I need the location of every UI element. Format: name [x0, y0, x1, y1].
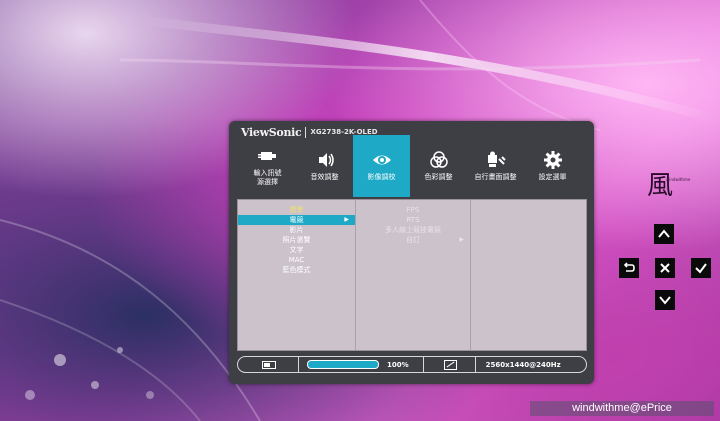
menu-item-label: 自訂 [406, 236, 420, 244]
resolution-readout: 2560x1440@240Hz [485, 360, 561, 369]
menu-item-label: 電競 [289, 216, 304, 224]
chevron-down-icon [659, 296, 671, 305]
menu-item-mac[interactable]: MAC [238, 255, 355, 265]
back-button[interactable] [619, 258, 639, 278]
tab-setup-menu[interactable]: 設定選單 [524, 135, 581, 197]
menu-item-custom[interactable]: 自訂 ▶ [356, 235, 470, 245]
tab-label: 影像調校 [367, 173, 396, 181]
color-circles-icon [429, 151, 448, 168]
close-button[interactable] [655, 258, 675, 278]
aspect-ratio-icon [443, 359, 457, 370]
tab-input-source[interactable]: 輸入訊號 源選擇 [239, 135, 296, 197]
menu-item-photo[interactable]: 照片瀏覽 [238, 235, 355, 245]
submenu-panel: 標準 電競 ▶ 影片 照片瀏覽 文字 MAC 藍色模式 FPS RTS 多人線上… [237, 199, 587, 351]
tab-color-adjust[interactable]: 色彩調整 [410, 135, 467, 197]
input-source-icon [257, 151, 276, 160]
chevron-right-icon: ▶ [344, 216, 349, 223]
status-divider [474, 357, 476, 372]
tab-label: 設定選單 [538, 173, 567, 181]
menu-item-rts[interactable]: RTS [356, 215, 470, 225]
tab-label: 自行畫面調整 [474, 173, 517, 181]
osd-tabs: 輸入訊號 源選擇 音效調整 影像調校 色彩調整 自行畫面調整 設定選單 [239, 135, 584, 197]
watermark: windwithme@ePrice [530, 401, 714, 416]
tab-audio[interactable]: 音效調整 [296, 135, 353, 197]
manual-image-icon [487, 151, 506, 167]
tab-label: 音效調整 [310, 173, 339, 181]
return-arrow-icon [623, 262, 635, 272]
chevron-up-icon [658, 229, 670, 238]
gear-icon [543, 151, 562, 169]
windwithme-logo: 風 [647, 171, 674, 201]
tab-label: 輸入訊號 源選擇 [253, 168, 282, 186]
tab-view-mode[interactable]: 影像調校 [353, 135, 410, 197]
osd-menu: ViewSonic XG2738-2K-OLED 輸入訊號 源選擇 音效調整 影… [229, 121, 594, 384]
third-level-list [471, 200, 586, 350]
logo-subtitle: windwithme [666, 177, 691, 182]
menu-item-text[interactable]: 文字 [238, 245, 355, 255]
down-button[interactable] [655, 290, 675, 310]
game-mode-list: FPS RTS 多人線上競技電競 自訂 ▶ [356, 200, 471, 350]
close-icon [660, 263, 670, 273]
brightness-value: 100% [387, 360, 409, 369]
tab-manual-image[interactable]: 自行畫面調整 [467, 135, 524, 197]
brightness-bar [307, 360, 379, 369]
chevron-right-icon: ▶ [459, 236, 464, 243]
menu-item-game[interactable]: 電競 ▶ [238, 215, 355, 225]
brightness-icon [262, 360, 276, 369]
up-button[interactable] [654, 224, 674, 244]
menu-item-fps[interactable]: FPS [356, 205, 470, 215]
tab-label: 色彩調整 [424, 173, 453, 181]
menu-item-movie[interactable]: 影片 [238, 225, 355, 235]
confirm-button[interactable] [691, 258, 711, 278]
status-divider [422, 357, 424, 372]
menu-item-moba[interactable]: 多人線上競技電競 [356, 225, 470, 235]
status-bar: 100% 2560x1440@240Hz [237, 356, 587, 373]
view-mode-list: 標準 電競 ▶ 影片 照片瀏覽 文字 MAC 藍色模式 [238, 200, 356, 350]
speaker-icon [318, 153, 334, 167]
check-icon [695, 263, 707, 274]
eye-icon [372, 155, 391, 165]
menu-item-blue-mode[interactable]: 藍色模式 [238, 265, 355, 275]
menu-item-standard[interactable]: 標準 [238, 205, 355, 215]
status-divider [298, 357, 299, 372]
